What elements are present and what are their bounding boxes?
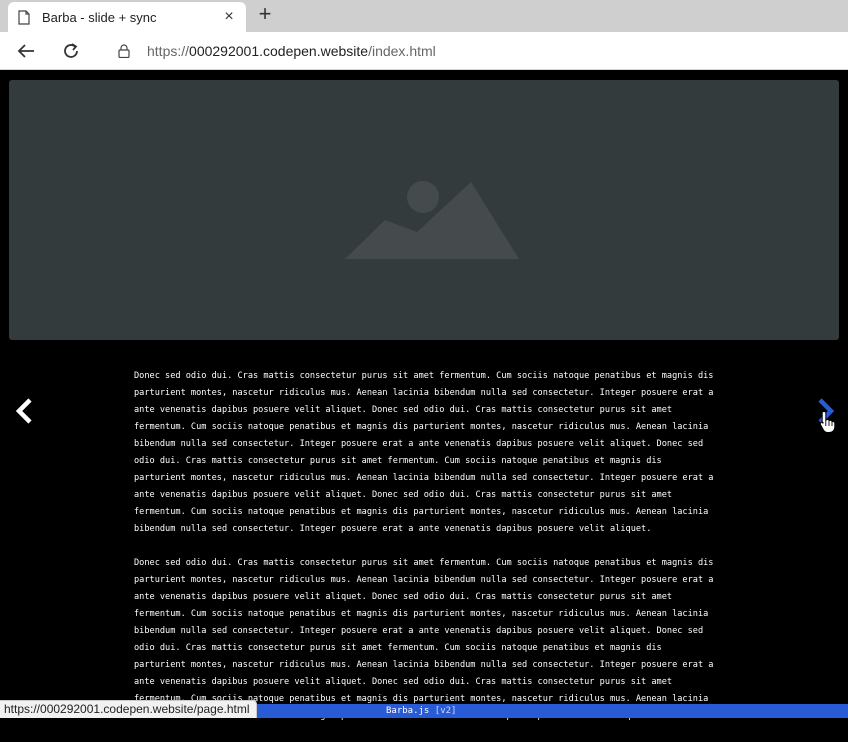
status-bar-url: https://000292001.codepen.website/page.h…: [0, 700, 257, 718]
arrow-left-icon: [17, 44, 34, 58]
url-scheme: https://: [147, 43, 190, 59]
url-field[interactable]: https://000292001.codepen.website/index.…: [100, 37, 840, 65]
article-text: Donec sed odio dui. Cras mattis consecte…: [134, 368, 714, 742]
footer-label: Barba.js [v2]: [386, 704, 456, 718]
reload-icon: [64, 43, 78, 58]
back-button[interactable]: [15, 40, 37, 62]
hero-image: [9, 80, 839, 340]
hand-pointer-icon: [819, 410, 836, 433]
address-bar: https://000292001.codepen.website/index.…: [0, 32, 848, 70]
page-icon: [18, 9, 30, 25]
reload-button[interactable]: [60, 40, 82, 62]
browser-tab[interactable]: Barba - slide + sync ×: [8, 2, 246, 32]
paragraph: Donec sed odio dui. Cras mattis consecte…: [134, 371, 714, 534]
url-path: /index.html: [368, 43, 436, 59]
new-tab-button[interactable]: +: [254, 3, 276, 26]
page-viewport: Donec sed odio dui. Cras mattis consecte…: [0, 70, 848, 721]
url-text: https://000292001.codepen.website/index.…: [147, 43, 436, 59]
tab-title: Barba - slide + sync: [42, 9, 157, 25]
footer-version: [v2]: [434, 706, 457, 716]
url-host: 000292001.codepen.website: [189, 43, 369, 59]
tab-close-icon[interactable]: ×: [222, 8, 236, 25]
chevron-left-icon[interactable]: [13, 398, 35, 424]
lock-icon: [118, 44, 130, 58]
image-placeholder-icon: [345, 181, 519, 259]
footer-name: Barba.js: [386, 706, 430, 716]
browser-tab-bar: Barba - slide + sync × +: [0, 0, 848, 32]
